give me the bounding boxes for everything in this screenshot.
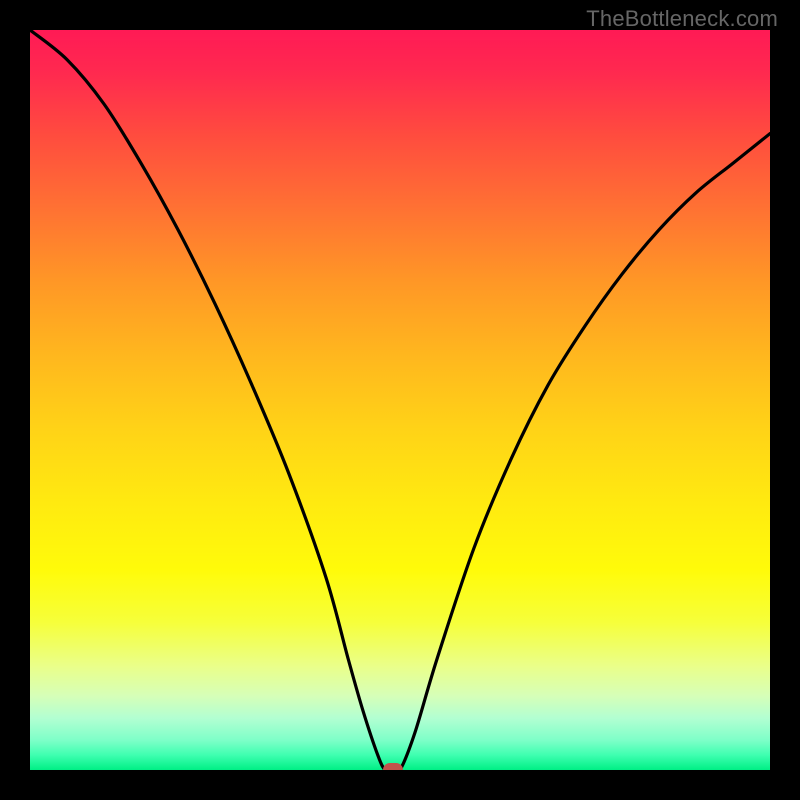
chart-curve-svg bbox=[30, 30, 770, 770]
bottleneck-curve-line bbox=[30, 30, 770, 770]
optimal-point-marker bbox=[383, 763, 403, 770]
watermark-text: TheBottleneck.com bbox=[586, 6, 778, 32]
chart-plot-area bbox=[30, 30, 770, 770]
